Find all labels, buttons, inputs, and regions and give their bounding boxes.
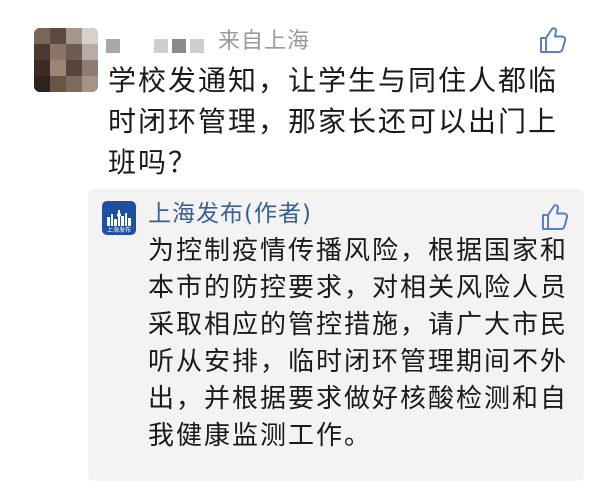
redaction-block <box>172 39 186 53</box>
thumbs-up-icon <box>542 204 569 230</box>
avatar-pixel <box>66 28 82 44</box>
redaction-block <box>190 39 204 53</box>
redaction-block <box>106 39 120 53</box>
thumbs-up-icon <box>540 27 567 53</box>
avatar-pixel <box>82 44 98 60</box>
author-avatar[interactable]: 上海发布 <box>102 201 136 235</box>
comment-like-button[interactable] <box>538 25 568 55</box>
avatar-pixel <box>34 60 50 76</box>
avatar-pixel <box>50 76 66 92</box>
city-skyline-icon <box>107 210 131 226</box>
avatar-pixel <box>50 60 66 76</box>
user-avatar[interactable] <box>34 28 98 92</box>
reply-text: 为控制疫情传播风险，根据国家和本市的防控要求，对相关风险人员采取相应的管控措施，… <box>148 236 569 451</box>
avatar-pixel <box>82 28 98 44</box>
avatar-pixel <box>50 28 66 44</box>
avatar-pixel <box>66 60 82 76</box>
reply-like-button[interactable] <box>540 202 570 232</box>
avatar-pixel <box>34 44 50 60</box>
comment-card: 来自上海 学校发通知，让学生与同住人都临时闭环管理，那家长还可以出门上班吗？ 上… <box>0 0 600 491</box>
avatar-pixel <box>82 60 98 76</box>
avatar-pixel <box>66 76 82 92</box>
comment-location: 来自上海 <box>218 29 311 54</box>
redaction-block <box>154 39 168 53</box>
avatar-pixel <box>34 28 50 44</box>
avatar-pixel <box>82 76 98 92</box>
comment-text: 学校发通知，让学生与同住人都临时闭环管理，那家长还可以出门上班吗？ <box>108 64 559 179</box>
avatar-pixel <box>50 44 66 60</box>
avatar-pixel <box>66 44 82 60</box>
avatar-pixel <box>34 76 50 92</box>
reply-author-name[interactable]: 上海发布(作者) <box>148 199 312 229</box>
username-redacted[interactable] <box>106 36 208 56</box>
avatar-label: 上海发布 <box>106 227 131 234</box>
